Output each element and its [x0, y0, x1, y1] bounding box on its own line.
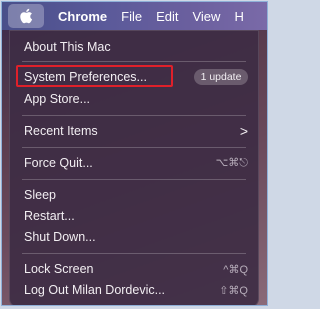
chevron-right-icon: >	[239, 123, 248, 139]
menu-item-label: Lock Screen	[24, 262, 94, 276]
update-badge: 1 update	[194, 69, 248, 85]
menu-bar: Chrome File Edit View H	[2, 2, 267, 30]
menu-item-about[interactable]: About This Mac	[10, 37, 258, 57]
menubar-help[interactable]: H	[234, 9, 243, 24]
menu-item-recent-items[interactable]: Recent Items >	[10, 121, 258, 141]
menu-separator	[22, 147, 246, 148]
menu-item-lock-screen[interactable]: Lock Screen ^⌘Q	[10, 259, 258, 279]
menu-item-shut-down[interactable]: Shut Down...	[10, 227, 258, 247]
shortcut-label: ⇧⌘Q	[219, 284, 248, 297]
menubar-app-chrome[interactable]: Chrome	[58, 9, 107, 24]
apple-menu-button[interactable]	[8, 4, 44, 28]
menu-separator	[22, 61, 246, 62]
menu-item-label: Recent Items	[24, 124, 98, 138]
menu-item-log-out[interactable]: Log Out Milan Dordevic... ⇧⌘Q	[10, 280, 258, 300]
menu-item-label: Sleep	[24, 188, 56, 202]
menu-separator	[22, 179, 246, 180]
menu-separator	[22, 253, 246, 254]
menu-item-label: Restart...	[24, 209, 75, 223]
menu-item-label: App Store...	[24, 92, 91, 106]
menubar-edit[interactable]: Edit	[156, 9, 178, 24]
menubar-view[interactable]: View	[192, 9, 220, 24]
apple-icon	[20, 8, 33, 24]
menu-item-label: Shut Down...	[24, 230, 96, 244]
menu-item-label: Force Quit...	[24, 156, 93, 170]
menu-item-force-quit[interactable]: Force Quit... ⌥⌘⎋	[10, 153, 258, 173]
red-highlight-box	[16, 65, 173, 87]
menu-separator	[22, 115, 246, 116]
shortcut-label: ⌥⌘⎋	[215, 157, 248, 169]
menu-item-label: About This Mac	[24, 40, 111, 54]
menu-item-app-store[interactable]: App Store...	[10, 89, 258, 109]
menu-item-label: Log Out Milan Dordevic...	[24, 283, 166, 297]
apple-menu-dropdown: About This Mac System Preferences... 1 u…	[9, 30, 259, 305]
menu-item-restart[interactable]: Restart...	[10, 206, 258, 226]
menubar-file[interactable]: File	[121, 9, 142, 24]
screenshot-frame: Chrome File Edit View H About This Mac S…	[1, 1, 268, 306]
menu-item-sleep[interactable]: Sleep	[10, 185, 258, 205]
shortcut-label: ^⌘Q	[223, 263, 248, 276]
